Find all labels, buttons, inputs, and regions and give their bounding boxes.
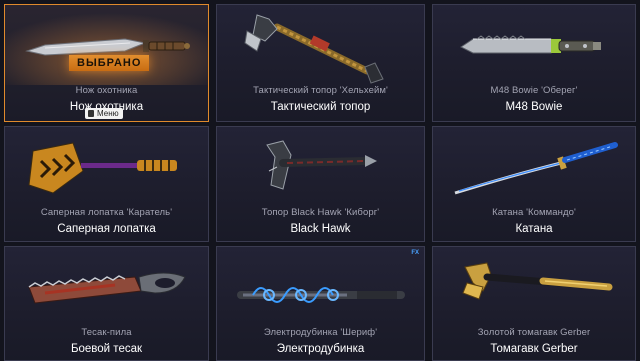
weapon-card-bowie-knife[interactable]: M48 Bowie 'Оберег' M48 Bowie <box>432 4 636 122</box>
black-hawk-axe-icon <box>217 127 424 207</box>
menu-button-label: Меню <box>97 109 119 118</box>
weapon-title: Катана <box>515 223 553 235</box>
electro-baton-icon <box>217 247 424 327</box>
weapon-subtitle: Саперная лопатка 'Каратель' <box>40 207 173 218</box>
weapon-card-tactical-axe[interactable]: Тактический топор 'Хельхейм' Тактический… <box>216 4 425 122</box>
weapon-title: Томагавк Gerber <box>490 343 578 355</box>
tactical-axe-icon <box>217 5 424 85</box>
gerber-tomahawk-icon <box>433 247 635 327</box>
weapon-card-electro-baton[interactable]: FX Электродубинка 'Шериф' Электродубинка <box>216 246 425 361</box>
weapon-title: Саперная лопатка <box>57 223 156 235</box>
saw-machete-icon <box>5 247 208 327</box>
fx-label: FX <box>411 250 419 256</box>
weapon-subtitle: Тесак-пила <box>81 327 132 338</box>
weapon-card-saw-machete[interactable]: Тесак-пила Боевой тесак <box>4 246 209 361</box>
weapon-card-katana[interactable]: Катана 'Коммандо' Катана <box>432 126 636 242</box>
weapon-title: Тактический топор <box>270 101 371 113</box>
weapon-card-hunting-knife[interactable]: ВЫБРАНО Нож охотника Нож охотника <box>4 4 209 122</box>
weapon-subtitle: Тактический топор 'Хельхейм' <box>253 85 388 96</box>
bowie-knife-icon <box>433 5 635 85</box>
selected-badge: ВЫБРАНО <box>69 55 150 71</box>
sapper-shovel-icon <box>5 127 208 207</box>
weapon-card-gerber-tomahawk[interactable]: Золотой томагавк Gerber Томагавк Gerber <box>432 246 636 361</box>
weapon-card-black-hawk-axe[interactable]: Топор Black Hawk 'Киборг' Black Hawk <box>216 126 425 242</box>
weapon-subtitle: Топор Black Hawk 'Киборг' <box>261 207 380 218</box>
weapon-title: Black Hawk <box>290 223 351 235</box>
weapon-title: Боевой тесак <box>70 343 143 355</box>
document-icon <box>88 110 94 117</box>
weapon-subtitle: M48 Bowie 'Оберег' <box>490 85 578 96</box>
weapon-subtitle: Золотой томагавк Gerber <box>477 327 591 338</box>
weapon-title: Электродубинка <box>276 343 365 355</box>
weapon-card-sapper-shovel[interactable]: Саперная лопатка 'Каратель' Саперная лоп… <box>4 126 209 242</box>
weapon-subtitle: Нож охотника <box>75 85 138 96</box>
menu-button[interactable]: Меню <box>85 108 123 119</box>
katana-icon <box>433 127 635 207</box>
hunting-knife-icon <box>5 5 208 85</box>
weapon-grid: ВЫБРАНО Нож охотника Нож охотника Меню Т… <box>0 0 640 361</box>
weapon-subtitle: Электродубинка 'Шериф' <box>263 327 378 338</box>
weapon-title: M48 Bowie <box>505 101 563 113</box>
weapon-subtitle: Катана 'Коммандо' <box>492 207 576 218</box>
